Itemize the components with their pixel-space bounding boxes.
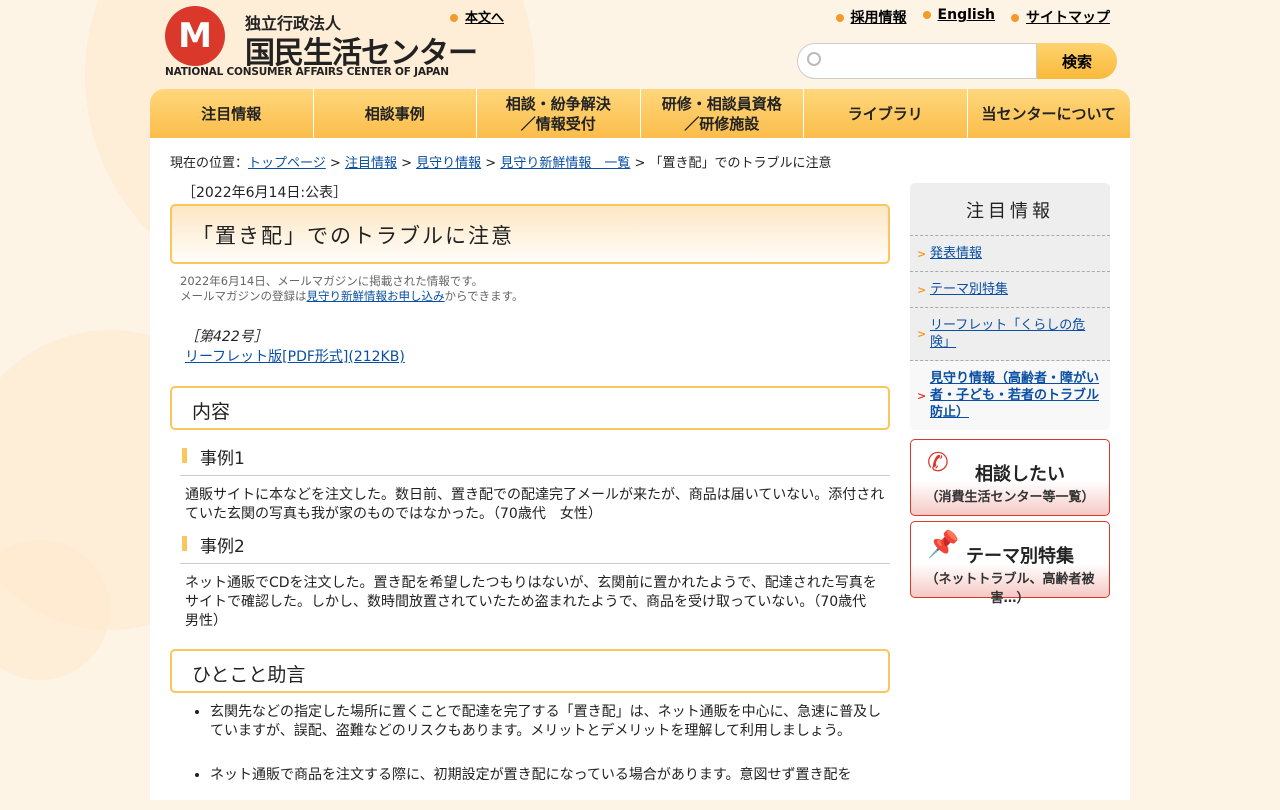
case-heading: 事例2 (180, 532, 890, 564)
breadcrumb-link[interactable]: 見守り情報 (416, 156, 481, 171)
bullet-icon (922, 11, 931, 19)
search-icon (807, 52, 821, 66)
issue-number: ［第422号］ (185, 329, 268, 345)
bullet-icon (450, 14, 458, 22)
sidebar-item-leaflet[interactable]: リーフレット「くらしの危険」 (930, 318, 1085, 350)
english-link[interactable]: English (938, 7, 995, 23)
breadcrumb-prefix: 現在の位置： (170, 156, 249, 171)
sidebar-menu: 注目情報 発表情報 テーマ別特集 リーフレット「くらしの危険」 見守り情報（高齢… (910, 183, 1110, 430)
note-line: 2022年6月14日、メールマガジンに掲載された情報です。 (180, 274, 484, 288)
breadcrumb-link[interactable]: 見守り新鮮情報 一覧 (500, 156, 630, 171)
theme-feature-banner[interactable]: 📌 テーマ別特集 （ネットトラブル、高齢者被害…） (910, 521, 1110, 606)
breadcrumb-link[interactable]: 注目情報 (345, 156, 397, 171)
nav-item-training[interactable]: 研修・相談員資格 ／研修施設 (639, 89, 804, 138)
breadcrumb-current: 「置き配」でのトラブルに注意 (649, 156, 832, 171)
nav-item-about[interactable]: 当センターについて (966, 89, 1131, 138)
advice-item: ネット通販で商品を注文する際に、初期設定が置き配になっている場合があります。意図… (210, 766, 890, 785)
sidebar-item-themes[interactable]: テーマ別特集 (930, 282, 1008, 297)
logo-mark-icon: M (165, 6, 225, 66)
note-text: からできます。 (444, 289, 524, 303)
recruit-link[interactable]: 採用情報 (851, 10, 907, 26)
pdf-leaflet-link[interactable]: リーフレット版[PDF形式](212KB) (185, 349, 405, 365)
sidebar-item-press[interactable]: 発表情報 (930, 246, 982, 261)
phone-icon: ✆ (927, 448, 949, 478)
case-text: ネット通販でCDを注文した。置き配を希望したつもりはないが、玄関前に置かれたよう… (185, 575, 881, 629)
logo-english: NATIONAL CONSUMER AFFAIRS CENTER OF JAPA… (165, 66, 449, 78)
site-logo[interactable]: M 独立行政法人 国民生活センター NATIONAL CONSUMER AFFA… (165, 6, 478, 78)
mailmag-note: 2022年6月14日、メールマガジンに掲載された情報です。 メールマガジンの登録… (180, 274, 890, 304)
case-text: 通販サイトに本などを注文した。数日前、置き配での配達完了メールが来たが、商品は届… (185, 487, 885, 522)
banner-subtitle: （ネットトラブル、高齢者被害…） (925, 572, 1095, 606)
sidebar-title: 注目情報 (910, 183, 1110, 236)
subscribe-link[interactable]: 見守り新鮮情報お申し込み (307, 289, 445, 303)
nav-item-consultation[interactable]: 相談・紛争解決 ／情報受付 (476, 89, 640, 138)
page-content: 現在の位置：トップページ > 注目情報 > 見守り情報 > 見守り新鮮情報 一覧… (150, 138, 1130, 800)
page-title: 「置き配」でのトラブルに注意 (170, 204, 890, 264)
case-heading: 事例1 (180, 444, 890, 476)
advice-list: 玄関先などの指定した場所に置くことで配達を完了する「置き配」は、ネット通販を中心… (210, 703, 890, 785)
sidebar: 注目情報 発表情報 テーマ別特集 リーフレット「くらしの危険」 見守り情報（高齢… (910, 183, 1110, 606)
banner-subtitle: （消費生活センター等一覧） (925, 490, 1095, 505)
section-heading-content: 内容 (170, 386, 890, 430)
global-nav: 注目情報 相談事例 相談・紛争解決 ／情報受付 研修・相談員資格 ／研修施設 ラ… (150, 89, 1130, 138)
nav-item-cases[interactable]: 相談事例 (312, 89, 477, 138)
header: M 独立行政法人 国民生活センター NATIONAL CONSUMER AFFA… (150, 0, 1130, 90)
breadcrumb-link[interactable]: トップページ (248, 156, 326, 171)
bullet-icon (835, 14, 844, 22)
note-text: メールマガジンの登録は (180, 289, 307, 303)
sitemap-link[interactable]: サイトマップ (1026, 10, 1110, 26)
consultation-banner[interactable]: ✆ 相談したい （消費生活センター等一覧） (910, 439, 1110, 516)
nav-item-library[interactable]: ライブラリ (803, 89, 967, 138)
breadcrumb: 現在の位置：トップページ > 注目情報 > 見守り情報 > 見守り新鮮情報 一覧… (170, 156, 832, 171)
search-input[interactable] (797, 43, 1037, 79)
sidebar-item-mimamori[interactable]: 見守り情報（高齢者・障がい者・子ども・若者のトラブル防止） (930, 371, 1099, 420)
pushpin-icon: 📌 (927, 530, 960, 560)
advice-item: 玄関先などの指定した場所に置くことで配達を完了する「置き配」は、ネット通販を中心… (210, 703, 890, 741)
bullet-icon (1011, 14, 1019, 22)
publish-date: ［2022年6月14日:公表］ (182, 185, 348, 201)
nav-item-featured[interactable]: 注目情報 (150, 89, 313, 138)
section-heading-advice: ひとこと助言 (170, 649, 890, 693)
search-form: 検索 (797, 43, 1117, 79)
skip-to-content-link[interactable]: 本文へ (465, 11, 504, 26)
search-button[interactable]: 検索 (1037, 43, 1117, 79)
main-article: ［2022年6月14日:公表］ 「置き配」でのトラブルに注意 2022年6月14… (170, 182, 890, 810)
